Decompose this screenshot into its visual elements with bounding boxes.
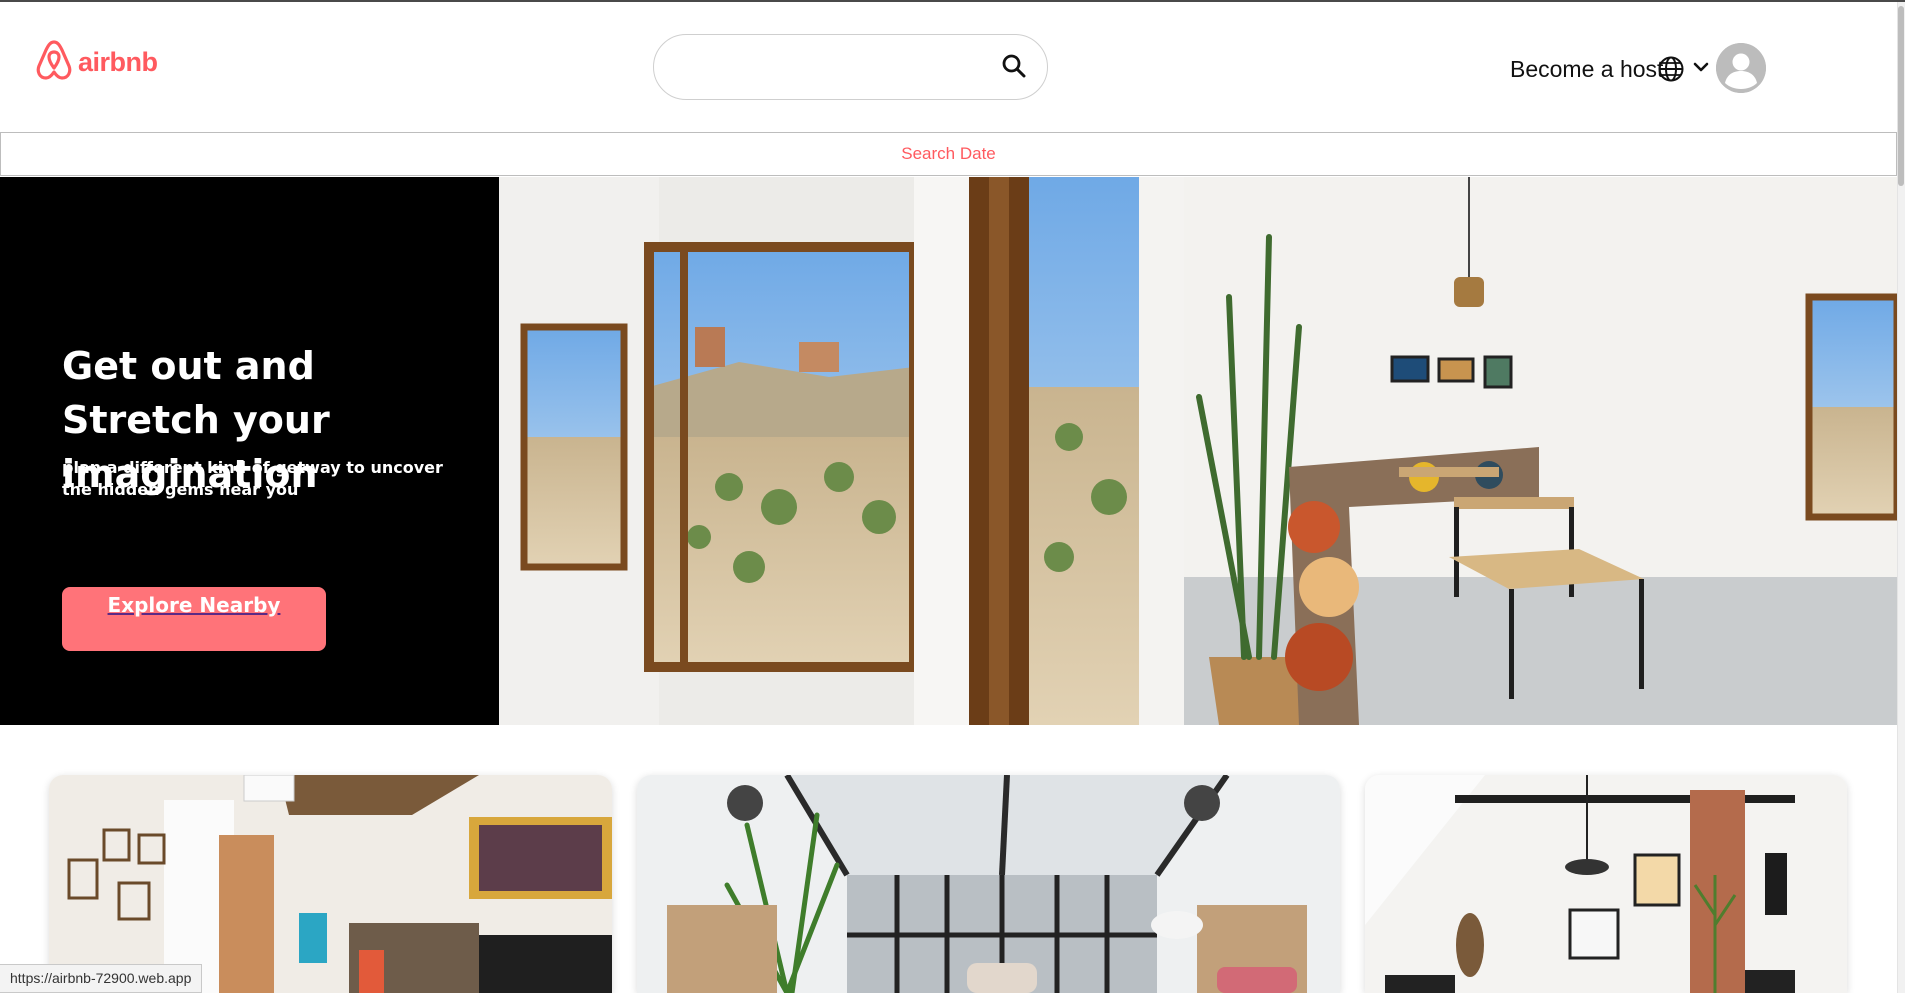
explore-nearby-label: Explore Nearby [107, 593, 281, 617]
scrollbar[interactable] [1897, 2, 1905, 993]
search-bar [653, 34, 1048, 100]
airbnb-logo-icon [36, 38, 72, 87]
site-header: airbnb Become a host [0, 2, 1897, 132]
search-date-label: Search Date [901, 144, 996, 163]
user-avatar-icon [1716, 43, 1766, 93]
status-bar-url: https://airbnb-72900.web.app [0, 964, 203, 993]
globe-icon[interactable] [1657, 55, 1685, 83]
chevron-down-icon[interactable] [1692, 61, 1710, 75]
search-date-button[interactable]: Search Date [0, 132, 1897, 176]
page: airbnb Become a host Search Date Get out… [0, 0, 1905, 993]
hero-subtitle: plan a different kind of getway to uncov… [62, 458, 443, 499]
search-button[interactable] [997, 51, 1031, 85]
listing-card[interactable] [49, 775, 612, 993]
user-avatar[interactable] [1716, 43, 1766, 93]
scrollbar-thumb[interactable] [1898, 6, 1904, 186]
search-icon [1001, 53, 1027, 84]
listing-cards [0, 775, 1897, 993]
listing-card[interactable] [1365, 775, 1847, 993]
search-input[interactable] [678, 49, 978, 85]
logo-text: airbnb [78, 47, 158, 77]
hero-text-panel: Get out and Stretch your imagination pla… [0, 177, 499, 725]
become-host-link[interactable]: Become a host [1510, 56, 1663, 83]
hero-living-room-image [499, 177, 1897, 725]
hero-banner: Get out and Stretch your imagination pla… [0, 177, 1897, 725]
airbnb-logo[interactable]: airbnb [36, 38, 158, 87]
listing-card[interactable] [637, 775, 1340, 993]
explore-nearby-button[interactable]: Explore Nearby [62, 587, 326, 651]
